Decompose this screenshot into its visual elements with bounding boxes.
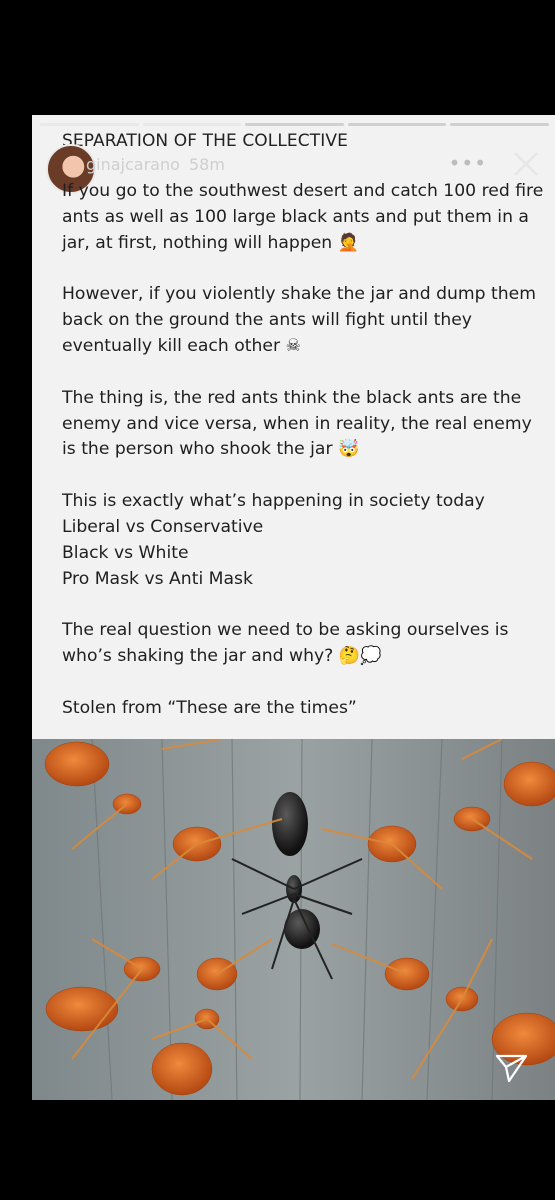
paragraph: The real question we need to be asking o… [62,620,509,667]
ants-photo [32,739,555,1100]
progress-segment [40,123,139,126]
progress-segment [450,123,549,126]
post-body: If you go to the southwest desert and ca… [62,179,547,748]
paragraph: This is exactly what’s happening in soci… [62,491,485,589]
post-time: 58m [189,155,225,174]
send-icon[interactable] [495,1052,529,1084]
story-user[interactable]: ginajcarano 58m [86,155,225,174]
post-heading: SEPARATION OF THE COLLECTIVE [62,131,348,151]
paragraph: However, if you violently shake the jar … [62,284,536,356]
progress-segment [245,123,344,126]
story-card: SEPARATION OF THE COLLECTIVE ginajcarano… [32,115,555,1100]
paragraph: Stolen from “These are the times” [62,697,357,718]
username[interactable]: ginajcarano [86,155,180,174]
paragraph: The thing is, the red ants think the bla… [62,387,532,460]
paragraph: If you go to the southwest desert and ca… [62,181,544,253]
progress-segment [347,123,447,126]
more-dots-icon[interactable]: ••• [449,151,487,175]
progress-segment [142,123,242,126]
story-progress-bar [40,123,549,126]
close-icon[interactable] [511,149,541,179]
